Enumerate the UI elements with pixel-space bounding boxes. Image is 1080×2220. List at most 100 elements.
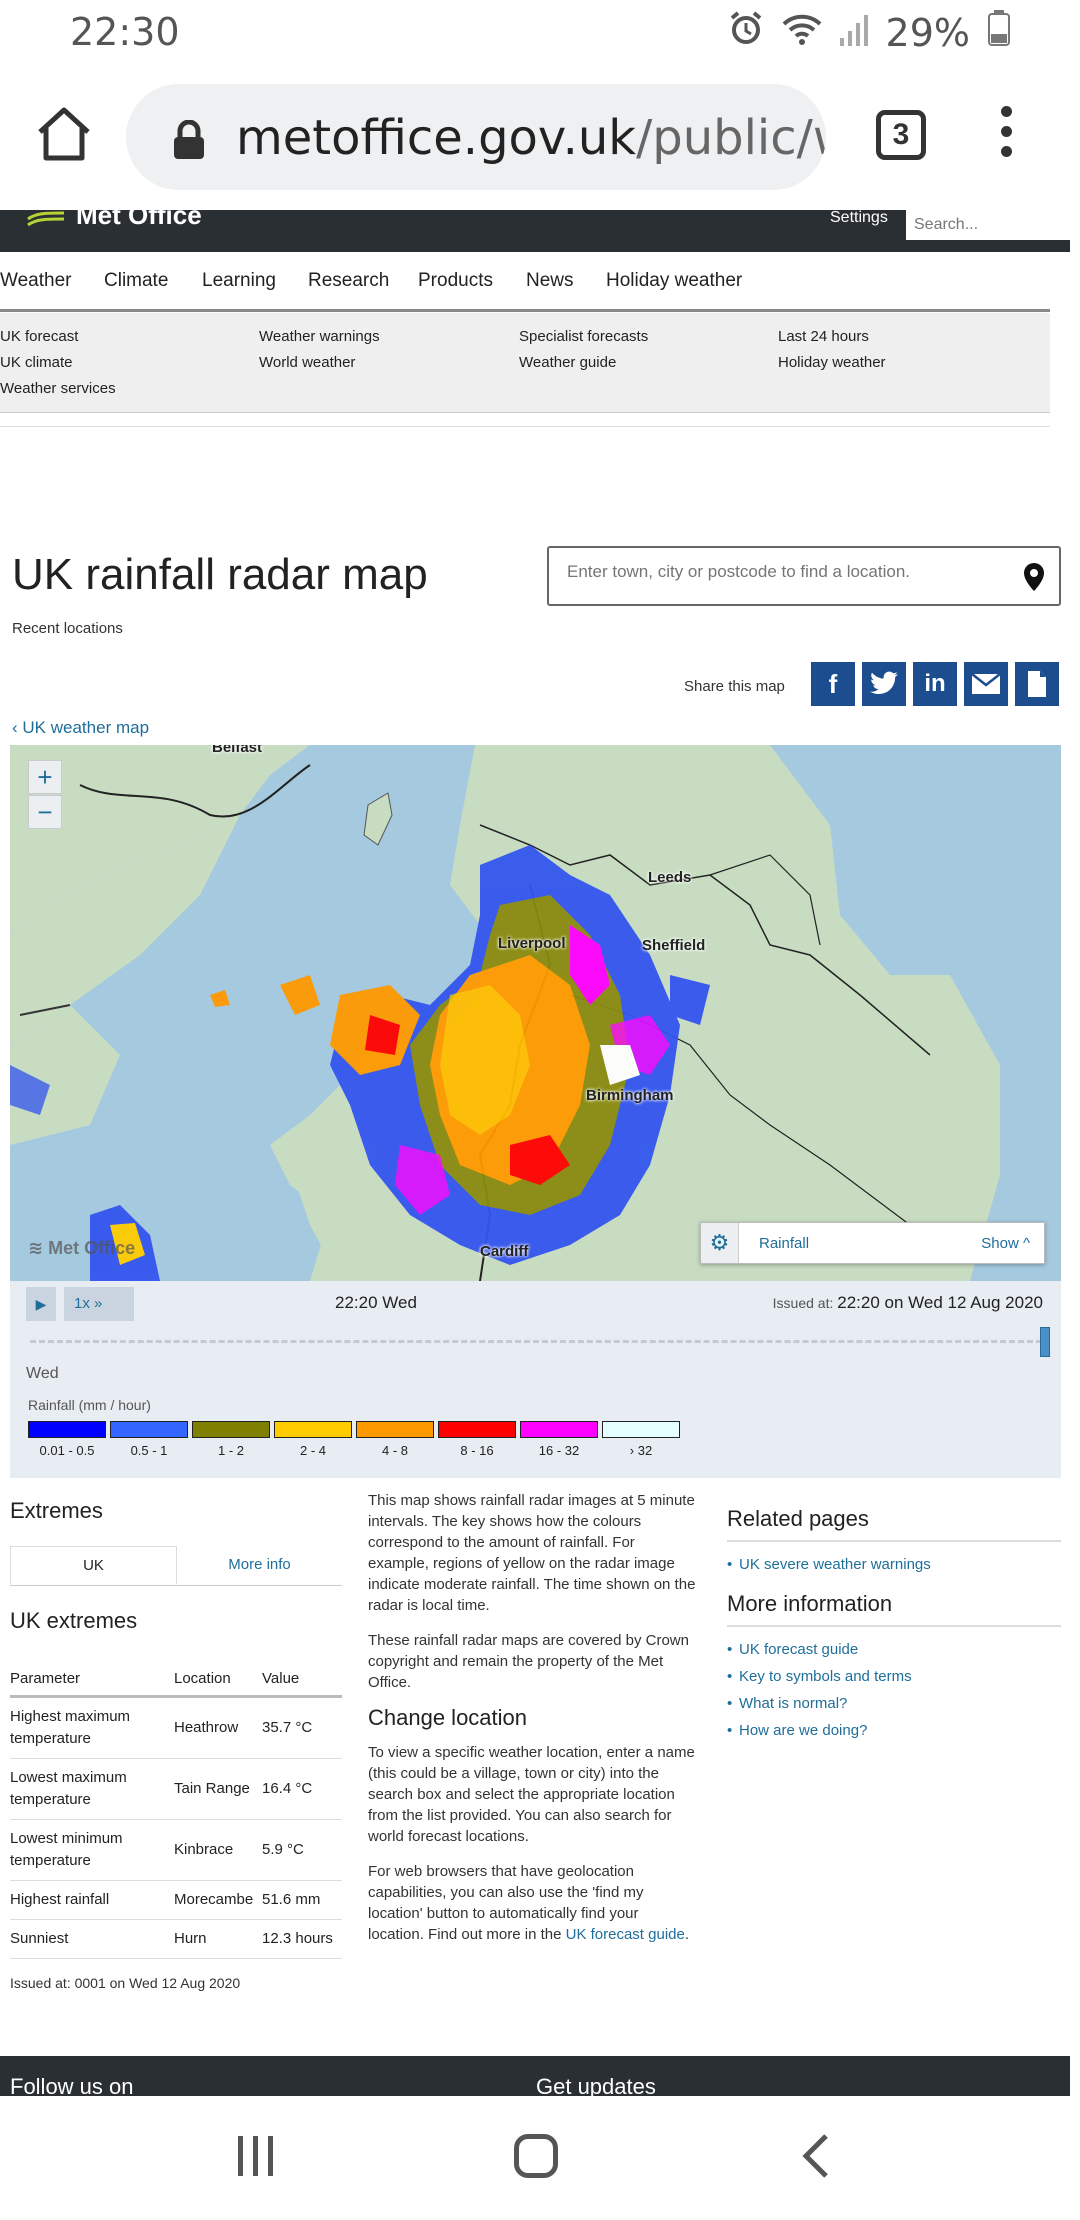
- more-link-how-are-we-doing[interactable]: How are we doing?: [727, 1722, 1061, 1739]
- column-header: Parameter: [10, 1664, 174, 1698]
- timeline-handle[interactable]: [1040, 1327, 1050, 1357]
- find-my-location-icon[interactable]: [1023, 562, 1045, 597]
- legend-label: 0.01 - 0.5: [39, 1443, 95, 1458]
- page-title: UK rainfall radar map: [12, 550, 428, 599]
- subnav-weather-services[interactable]: Weather services: [0, 380, 116, 397]
- site-search-input[interactable]: Search...: [906, 210, 1070, 240]
- subnav-specialist-forecasts[interactable]: Specialist forecasts: [519, 328, 648, 345]
- subnav-uk-forecast[interactable]: UK forecast: [0, 328, 78, 345]
- back-icon[interactable]: [800, 2132, 830, 2185]
- play-icon[interactable]: ▶: [26, 1287, 56, 1321]
- url-bar[interactable]: metoffice.gov.uk/public/wea: [126, 84, 826, 190]
- facebook-share-icon[interactable]: f: [811, 662, 855, 706]
- table-cell: 12.3 hours: [262, 1919, 342, 1959]
- extremes-tabs: UK More info: [10, 1546, 342, 1586]
- met-office-logo[interactable]: Met Office: [26, 200, 202, 241]
- city-label-cardiff: Cardiff: [480, 1243, 529, 1260]
- legend-item: 2 - 4: [274, 1421, 352, 1458]
- table-cell: Sunniest: [10, 1919, 174, 1959]
- alarm-icon: [728, 10, 764, 55]
- legend-item: 0.5 - 1: [110, 1421, 188, 1458]
- map-canvas: [10, 745, 1000, 1281]
- extremes-section: Extremes UK More info UK extremes Parame…: [10, 1490, 342, 1991]
- extremes-heading: Extremes: [10, 1498, 103, 1523]
- speed-button[interactable]: 1x »: [64, 1287, 134, 1321]
- table-header-row: Parameter Location Value: [10, 1664, 342, 1698]
- rainfall-legend: 0.01 - 0.5 0.5 - 1 1 - 2 2 - 4 4 - 8 8 - 16 16…: [28, 1421, 680, 1458]
- lock-icon: [172, 119, 206, 165]
- legend-label: 0.5 - 1: [130, 1443, 168, 1458]
- zoom-out-button[interactable]: −: [28, 795, 62, 829]
- nav-climate[interactable]: Climate: [104, 270, 168, 292]
- legend-swatch: [356, 1421, 434, 1438]
- info-paragraph: To view a specific weather location, ent…: [368, 1744, 695, 1845]
- tab-switcher-button[interactable]: 3: [876, 110, 926, 160]
- nav-learning[interactable]: Learning: [202, 270, 276, 292]
- table-row: Lowest maximum temperature Tain Range 16.4…: [10, 1758, 342, 1820]
- current-frame-time: 22:20 Wed: [335, 1293, 417, 1312]
- uk-forecast-guide-link[interactable]: UK forecast guide: [566, 1926, 685, 1943]
- extremes-table: Parameter Location Value Highest maximum…: [10, 1664, 342, 1959]
- legend-label: 16 - 32: [538, 1443, 580, 1458]
- android-home-icon[interactable]: [514, 2134, 558, 2178]
- related-link-uk-severe-weather-warnings[interactable]: UK severe weather warnings: [727, 1556, 1061, 1573]
- nav-holiday-weather[interactable]: Holiday weather: [606, 270, 742, 292]
- more-link-what-is-normal[interactable]: What is normal?: [727, 1695, 1061, 1712]
- recent-apps-icon[interactable]: [236, 2134, 276, 2183]
- nav-news[interactable]: News: [526, 270, 574, 292]
- twitter-share-icon[interactable]: [862, 662, 906, 706]
- table-row: Highest rainfall Morecambe 51.6 mm: [10, 1880, 342, 1920]
- nav-research[interactable]: Research: [308, 270, 389, 292]
- more-link-key-to-symbols[interactable]: Key to symbols and terms: [727, 1668, 1061, 1685]
- more-link-uk-forecast-guide[interactable]: UK forecast guide: [727, 1641, 1061, 1658]
- back-link-label: UK weather map: [22, 718, 150, 737]
- show-layer-toggle[interactable]: Show ^: [981, 1235, 1030, 1252]
- recent-locations-link[interactable]: Recent locations: [12, 620, 123, 637]
- gear-icon[interactable]: ⚙: [701, 1223, 739, 1263]
- met-office-logo-icon: [27, 211, 65, 226]
- chevron-up-icon: ^: [1022, 1235, 1030, 1252]
- subnav-world-weather[interactable]: World weather: [259, 354, 355, 371]
- legend-swatch: [438, 1421, 516, 1438]
- zoom-in-button[interactable]: +: [28, 760, 62, 794]
- legend-label: › 32: [629, 1443, 653, 1458]
- table-row: Lowest minimum temperature Kinbrace 5.9 °C: [10, 1819, 342, 1881]
- footer-get-updates: Get updates: [536, 2074, 656, 2096]
- subnav-last-24-hours[interactable]: Last 24 hours: [778, 328, 869, 345]
- battery-percent: 29%: [885, 10, 970, 55]
- subnav-weather-warnings[interactable]: Weather warnings: [259, 328, 380, 345]
- legend-label: 2 - 4: [299, 1443, 326, 1458]
- logo-text: Met Office: [76, 200, 202, 230]
- tab-more-info[interactable]: More info: [177, 1546, 342, 1585]
- column-header: Location: [174, 1664, 262, 1698]
- uk-weather-map-link[interactable]: ‹ UK weather map: [12, 718, 149, 738]
- subnav-holiday-weather[interactable]: Holiday weather: [778, 354, 886, 371]
- settings-link[interactable]: Settings: [830, 210, 888, 226]
- fast-forward-icon: »: [94, 1295, 103, 1312]
- nav-products[interactable]: Products: [418, 270, 493, 292]
- layer-label: Rainfall: [759, 1235, 810, 1252]
- nav-weather[interactable]: Weather: [0, 270, 71, 292]
- timeline-track[interactable]: [30, 1340, 1042, 1343]
- subnav-weather-guide[interactable]: Weather guide: [519, 354, 616, 371]
- legend-swatch: [274, 1421, 352, 1438]
- table-cell: Morecambe: [174, 1880, 262, 1920]
- tab-uk[interactable]: UK: [10, 1546, 177, 1585]
- animation-controls: ▶ 1x » 22:20 Wed Issued at: 22:20 on Wed…: [10, 1281, 1061, 1478]
- url-path: /public/wea: [636, 110, 826, 166]
- site-footer: Follow us on Get updates: [0, 2056, 1070, 2096]
- status-bar: 22:30 29%: [0, 0, 1080, 66]
- email-share-icon[interactable]: [964, 662, 1008, 706]
- location-search-input[interactable]: [567, 562, 987, 582]
- linkedin-share-icon[interactable]: in: [913, 662, 957, 706]
- browser-toolbar: metoffice.gov.uk/public/wea 3: [0, 66, 1080, 210]
- home-icon[interactable]: [34, 104, 94, 164]
- browser-menu-icon[interactable]: [996, 106, 1016, 166]
- legend-swatch: [110, 1421, 188, 1438]
- rainfall-radar-map[interactable]: + − Belfast Leeds Liverpool Sheffield Bi…: [10, 745, 1061, 1281]
- city-label-leeds: Leeds: [648, 869, 692, 886]
- document-share-icon[interactable]: [1015, 662, 1059, 706]
- subnav-uk-climate[interactable]: UK climate: [0, 354, 73, 371]
- wifi-icon: [782, 11, 822, 55]
- legend-item: 4 - 8: [356, 1421, 434, 1458]
